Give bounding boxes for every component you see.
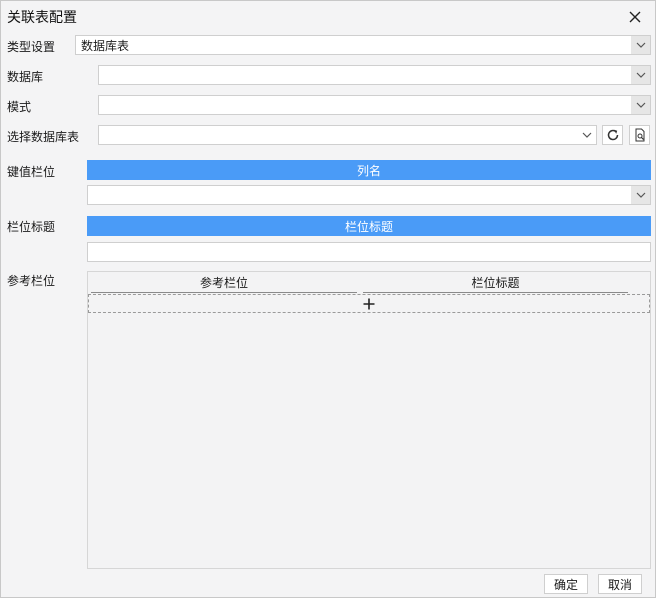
type-select[interactable]: 数据库表 bbox=[75, 35, 651, 55]
ok-button[interactable]: 确定 bbox=[544, 574, 588, 594]
table-label: 选择数据库表 bbox=[7, 130, 80, 144]
key-column-header: 列名 bbox=[87, 160, 651, 180]
database-label: 数据库 bbox=[7, 70, 44, 84]
close-icon bbox=[629, 11, 641, 23]
refresh-icon bbox=[607, 129, 618, 141]
title-input[interactable] bbox=[87, 242, 651, 262]
key-dropdown-button[interactable] bbox=[631, 186, 650, 204]
title-column-header: 栏位标题 bbox=[363, 272, 628, 293]
table-dropdown-button[interactable] bbox=[577, 126, 596, 144]
ref-table: 参考栏位 栏位标题 bbox=[87, 271, 651, 569]
chevron-down-icon bbox=[636, 192, 645, 198]
title-column-header: 栏位标题 bbox=[87, 216, 651, 236]
type-select-value: 数据库表 bbox=[81, 38, 130, 53]
schema-select[interactable] bbox=[98, 95, 651, 115]
table-select[interactable] bbox=[98, 125, 597, 145]
ref-column-header: 参考栏位 bbox=[91, 272, 357, 293]
key-select[interactable] bbox=[87, 185, 651, 205]
database-dropdown-button[interactable] bbox=[631, 66, 650, 84]
chevron-down-icon bbox=[582, 132, 591, 138]
schema-dropdown-button[interactable] bbox=[631, 96, 650, 114]
ref-label: 参考栏位 bbox=[7, 274, 56, 288]
preview-button[interactable] bbox=[629, 125, 650, 145]
title-label: 栏位标题 bbox=[7, 220, 56, 234]
type-dropdown-button[interactable] bbox=[631, 36, 650, 54]
close-button[interactable] bbox=[625, 7, 645, 27]
dialog-window: 关联表配置 类型设置 数据库表 数据库 模式 选择数据库表 键值栏位 列名 栏位… bbox=[0, 0, 656, 598]
add-row-button[interactable] bbox=[88, 294, 650, 313]
type-label: 类型设置 bbox=[7, 40, 56, 54]
chevron-down-icon bbox=[636, 102, 645, 108]
schema-label: 模式 bbox=[7, 100, 32, 114]
dialog-title: 关联表配置 bbox=[7, 10, 77, 26]
refresh-button[interactable] bbox=[602, 125, 623, 145]
document-search-icon bbox=[635, 128, 644, 142]
plus-icon bbox=[363, 298, 375, 309]
key-label: 键值栏位 bbox=[7, 165, 56, 179]
chevron-down-icon bbox=[636, 42, 645, 48]
cancel-button[interactable]: 取消 bbox=[598, 574, 642, 594]
database-select[interactable] bbox=[98, 65, 651, 85]
chevron-down-icon bbox=[636, 72, 645, 78]
